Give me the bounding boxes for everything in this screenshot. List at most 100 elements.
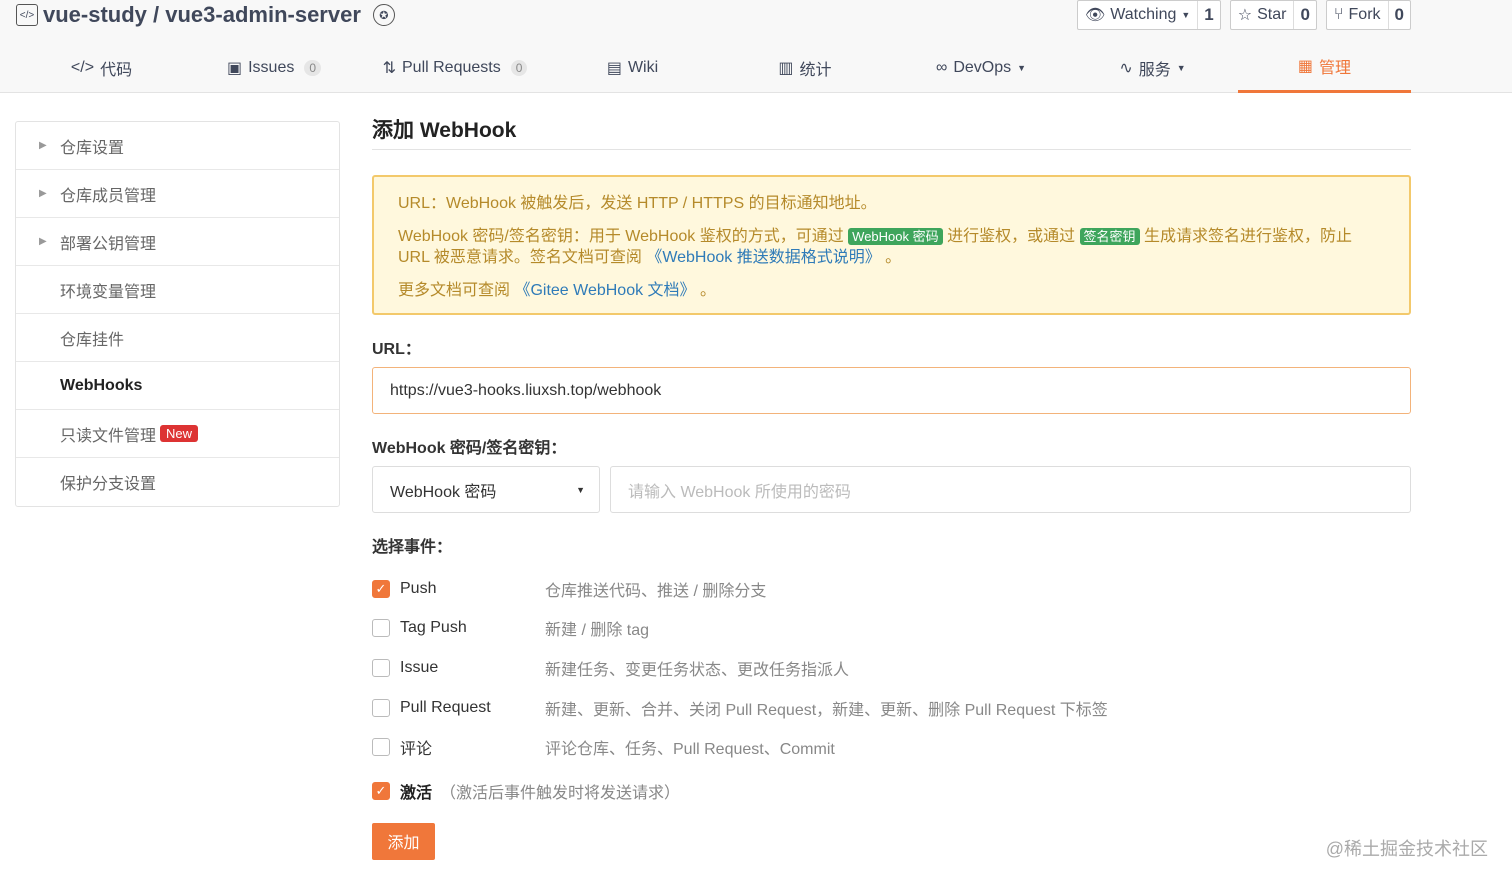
watch-button[interactable]: 👁 Watching ▼ 1 <box>1076 0 1221 30</box>
secret-input[interactable]: 请输入 WebHook 所使用的密码 <box>610 466 1411 513</box>
tab-manage[interactable]: ▦ 管理 <box>1238 42 1411 93</box>
repo-title-bar: </> vue-study / vue3-admin-server ✪ <box>16 0 395 30</box>
secret-type-select[interactable]: WebHook 密码 ▼ <box>372 466 600 513</box>
sidebar-item-repo-settings[interactable]: ▶ 仓库设置 <box>16 122 339 170</box>
tab-issues[interactable]: ▣ Issues 0 <box>210 42 338 93</box>
event-push: ✓ Push 仓库推送代码、推送 / 删除分支 <box>372 569 1411 609</box>
sidebar-item-readonly-files[interactable]: 只读文件管理 New <box>16 410 339 458</box>
notice-text: 。 <box>880 249 902 266</box>
fork-icon: ⑂ <box>1333 6 1344 23</box>
event-name: 评论 <box>400 741 433 759</box>
sidebar-item-webhooks[interactable]: WebHooks <box>16 362 339 410</box>
event-tag-push-checkbox[interactable] <box>372 619 390 638</box>
tab-services[interactable]: ∿ 服务 ▼ <box>1105 42 1200 93</box>
webhook-format-doc-link[interactable]: 《WebHook 推送数据格式说明》 <box>646 249 880 266</box>
activate-checkbox[interactable]: ✓ <box>372 781 390 800</box>
notice-text: WebHook 密码/签名密钥：用于 WebHook 鉴权的方式，可通过 <box>398 228 849 245</box>
wiki-icon: ▤ <box>606 59 622 77</box>
event-comment: 评论 评论仓库、任务、Pull Request、Commit <box>372 727 1411 767</box>
sidebar-item-env-vars[interactable]: 环境变量管理 <box>16 266 339 314</box>
pulse-icon: ∿ <box>1119 59 1133 77</box>
tab-devops[interactable]: ∞ DevOps ▼ <box>918 42 1044 93</box>
sidebar-item-label: 只读文件管理 <box>60 427 157 445</box>
watch-count[interactable]: 1 <box>1198 1 1219 29</box>
sidebar-item-widgets[interactable]: 仓库挂件 <box>16 314 339 362</box>
star-button[interactable]: ☆ Star 0 <box>1229 0 1317 30</box>
tab-count: 0 <box>510 59 528 76</box>
add-webhook-button[interactable]: 添加 <box>372 822 435 860</box>
tab-label: 服务 <box>1138 61 1171 79</box>
tab-label: Wiki <box>627 58 659 76</box>
manage-icon: ▦ <box>1297 58 1314 75</box>
fork-count[interactable]: 0 <box>1389 1 1410 29</box>
event-pull-request: Pull Request 新建、更新、合并、关闭 Pull Request，新建、… <box>372 688 1411 728</box>
caret-down-icon: ▼ <box>1017 62 1027 73</box>
event-comment-checkbox[interactable] <box>372 738 390 757</box>
repo-header: </> vue-study / vue3-admin-server ✪ 👁 Wat… <box>0 0 1512 93</box>
caret-right-icon: ▶ <box>39 140 47 151</box>
chart-icon: ▥ <box>778 59 794 77</box>
fork-label: Fork <box>1348 6 1381 23</box>
code-icon: </> <box>70 58 95 76</box>
webhook-notice: URL：WebHook 被触发后，发送 HTTP / HTTPS 的目标通知地址… <box>372 175 1411 315</box>
sidebar-item-label: 仓库设置 <box>60 139 125 157</box>
events-label: 选择事件： <box>372 539 453 556</box>
star-count[interactable]: 0 <box>1294 1 1315 29</box>
event-name: Push <box>400 579 437 597</box>
notice-url: URL：WebHook 被触发后，发送 HTTP / HTTPS 的目标通知地址… <box>398 195 877 212</box>
event-issue-checkbox[interactable] <box>372 658 390 677</box>
tab-stats[interactable]: ▥ 统计 <box>760 42 850 93</box>
eye-icon: 👁 <box>1084 7 1106 24</box>
new-badge: New <box>160 425 199 442</box>
tab-label: 管理 <box>1319 60 1352 77</box>
secret-type-value: WebHook 密码 <box>390 483 497 501</box>
sidebar-item-label: 仓库挂件 <box>60 331 125 349</box>
sidebar-item-deploy-keys[interactable]: ▶ 部署公钥管理 <box>16 218 339 266</box>
event-tag-push: Tag Push 新建 / 删除 tag <box>372 609 1411 649</box>
tab-count: 0 <box>304 59 322 76</box>
event-name: Pull Request <box>400 698 491 716</box>
event-pull-request-checkbox[interactable] <box>372 698 390 717</box>
caret-right-icon: ▶ <box>39 236 47 247</box>
watermark: @稀土掘金技术社区 <box>1325 839 1488 859</box>
event-desc: 评论仓库、任务、Pull Request、Commit <box>545 741 835 759</box>
event-desc: 新建任务、变更任务状态、更改任务指派人 <box>545 661 850 679</box>
url-input[interactable]: https://vue3-hooks.liuxsh.top/webhook <box>372 367 1411 414</box>
notice-text: 进行鉴权，或通过 <box>942 228 1080 245</box>
award-icon[interactable]: ✪ <box>372 4 395 26</box>
event-issue: Issue 新建任务、变更任务状态、更改任务指派人 <box>372 648 1411 688</box>
repo-code-icon: </> <box>16 4 38 26</box>
tab-label: 代码 <box>100 61 133 79</box>
tab-label: Pull Requests <box>402 58 501 76</box>
tag-signature-key: 签名密钥 <box>1079 228 1140 245</box>
event-push-checkbox[interactable]: ✓ <box>372 579 390 598</box>
activate-row: ✓ 激活 （激活后事件触发时将发送请求） <box>372 778 1411 804</box>
pull-request-icon: ⇅ <box>382 59 396 77</box>
event-desc: 新建、更新、合并、关闭 Pull Request，新建、更新、删除 Pull R… <box>545 701 1108 719</box>
url-label: URL： <box>372 341 421 358</box>
fork-button[interactable]: ⑂ Fork 0 <box>1325 0 1411 30</box>
caret-down-icon: ▼ <box>576 484 585 495</box>
repo-title[interactable]: vue-study / vue3-admin-server <box>43 2 361 28</box>
tab-wiki[interactable]: ▤ Wiki <box>585 42 680 93</box>
event-list: ✓ Push 仓库推送代码、推送 / 删除分支 Tag Push 新建 / 删除 ta… <box>372 569 1411 767</box>
tab-label: Issues <box>248 58 295 76</box>
sidebar-item-members[interactable]: ▶ 仓库成员管理 <box>16 170 339 218</box>
sidebar-item-label: 仓库成员管理 <box>60 187 157 205</box>
page-title: 添加 WebHook <box>372 110 1411 150</box>
event-desc: 仓库推送代码、推送 / 删除分支 <box>545 582 767 600</box>
secret-label: WebHook 密码/签名密钥： <box>372 440 567 457</box>
settings-sidebar: ▶ 仓库设置 ▶ 仓库成员管理 ▶ 部署公钥管理 环境变量管理 仓库挂件 WebHoo… <box>15 121 340 507</box>
issues-icon: ▣ <box>226 59 243 77</box>
sidebar-item-protected-branches[interactable]: 保护分支设置 <box>16 458 339 506</box>
tab-code[interactable]: </> 代码 <box>40 42 163 93</box>
gitee-webhook-doc-link[interactable]: 《Gitee WebHook 文档》 <box>514 282 695 299</box>
event-name: Tag Push <box>400 619 467 637</box>
secret-row: WebHook 密码 ▼ 请输入 WebHook 所使用的密码 <box>372 466 1411 513</box>
caret-right-icon: ▶ <box>39 188 47 199</box>
caret-down-icon: ▼ <box>1181 10 1191 20</box>
sidebar-item-label: 环境变量管理 <box>60 283 157 301</box>
tab-pull-requests[interactable]: ⇅ Pull Requests 0 <box>365 42 545 93</box>
star-icon: ☆ <box>1237 7 1253 24</box>
sidebar-item-label: 部署公钥管理 <box>60 235 157 253</box>
